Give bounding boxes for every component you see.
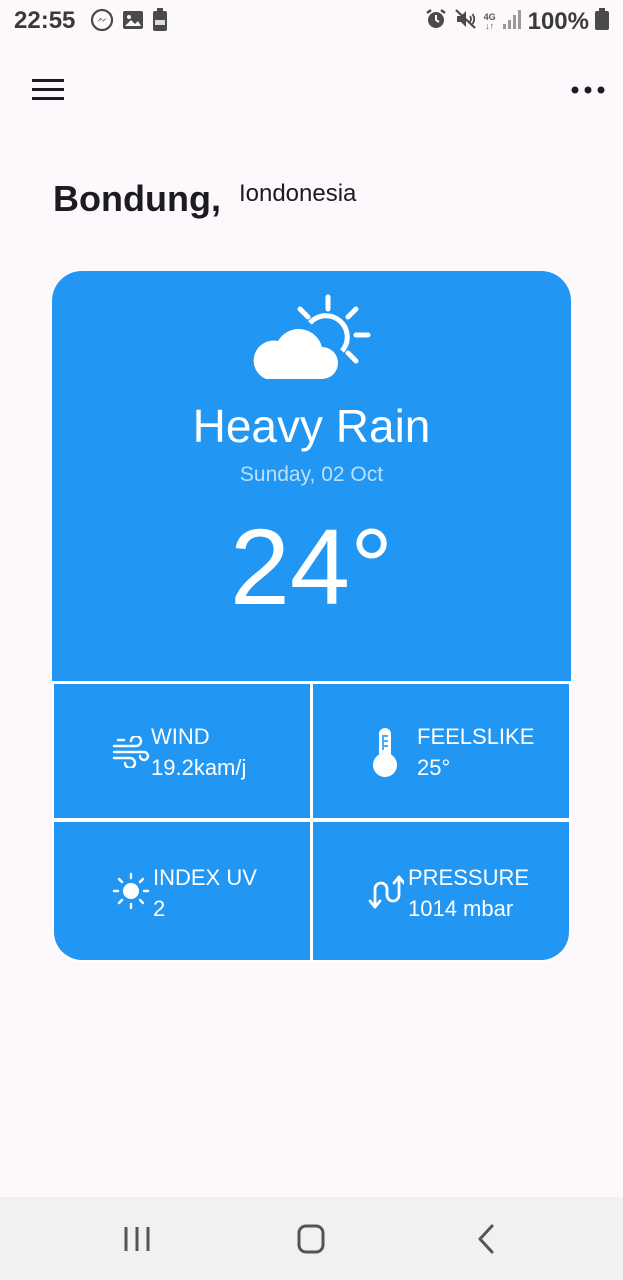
- more-options-button[interactable]: [566, 80, 610, 100]
- pressure-tile: PRESSURE 1014 mbar: [313, 822, 569, 960]
- notification-icons: [90, 8, 168, 37]
- wind-icon: [112, 736, 150, 768]
- feelslike-tile: FEELSLIKE 25°: [313, 684, 569, 818]
- thermometer-icon: [373, 728, 397, 777]
- current-weather-panel: Heavy Rain Sunday, 02 Oct 24°: [52, 271, 571, 681]
- recent-apps-button[interactable]: [107, 1219, 167, 1259]
- city-name: Bondung,: [53, 178, 221, 219]
- feelslike-value: 25°: [417, 755, 451, 780]
- network-type: 4G ↓↑: [483, 11, 496, 31]
- status-bar: 22:55 4G ↓↑ 100%: [0, 0, 623, 42]
- temperature: 24°: [229, 506, 394, 627]
- battery-percent: 100%: [527, 7, 589, 35]
- menu-button[interactable]: [32, 78, 66, 104]
- recent-apps-icon: [124, 1227, 150, 1251]
- system-navigation-bar: [0, 1197, 623, 1280]
- pressure-value: 1014 mbar: [408, 896, 514, 921]
- wind-value: 19.2kam/j: [151, 755, 247, 780]
- battery-saver-icon: [152, 8, 168, 37]
- mute-icon: [454, 7, 478, 36]
- back-icon: [478, 1224, 494, 1254]
- alarm-icon: [424, 7, 448, 36]
- status-time: 22:55: [14, 7, 76, 34]
- signal-icon: [502, 8, 522, 35]
- partly-cloudy-icon: [253, 294, 371, 379]
- hamburger-menu-icon: [32, 79, 64, 100]
- battery-icon: [595, 7, 609, 36]
- country-name: Iondonesia: [238, 180, 357, 207]
- uv-index-tile: INDEX UV 2: [54, 822, 310, 960]
- wind-label: WIND: [151, 724, 210, 749]
- more-horizontal-icon: [571, 86, 605, 94]
- weather-card: Heavy Rain Sunday, 02 Oct 24° WIND 19.2k…: [52, 271, 571, 962]
- pressure-arrows-icon: [368, 875, 404, 909]
- network-label: 4G: [483, 11, 496, 22]
- gallery-icon: [122, 9, 144, 36]
- sun-icon: [112, 872, 150, 910]
- home-button[interactable]: [281, 1219, 341, 1259]
- pressure-label: PRESSURE: [408, 865, 530, 890]
- weather-condition: Heavy Rain: [192, 400, 431, 452]
- home-icon: [297, 1224, 325, 1254]
- back-button[interactable]: [455, 1219, 515, 1259]
- feelslike-label: FEELSLIKE: [417, 724, 535, 749]
- uv-label: INDEX UV: [153, 865, 257, 890]
- location-header: Bondung, Iondonesia: [53, 178, 356, 220]
- uv-value: 2: [153, 896, 166, 921]
- weather-date: Sunday, 02 Oct: [239, 463, 384, 486]
- messenger-icon: [90, 8, 114, 37]
- system-icons: 4G ↓↑ 100%: [424, 7, 609, 36]
- wind-tile: WIND 19.2kam/j: [54, 684, 310, 818]
